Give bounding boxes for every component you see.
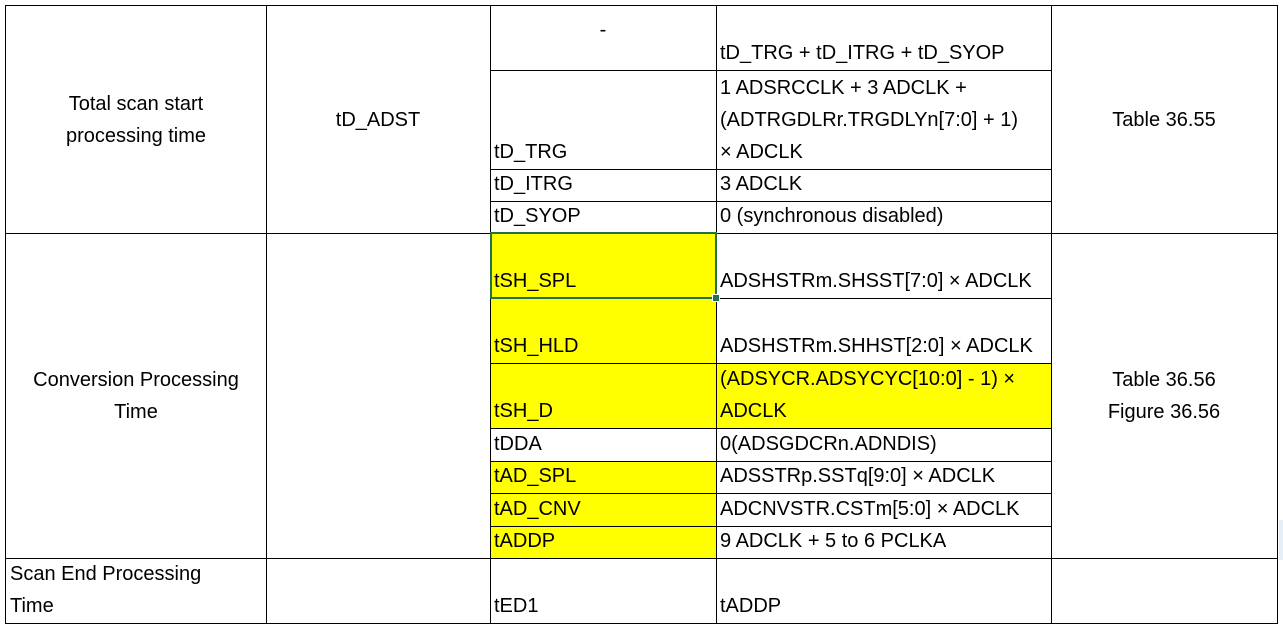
- sub-value-tsh-d-line2: ADCLK: [720, 400, 787, 422]
- sub-name-tsh-hld[interactable]: tSH_HLD: [490, 298, 716, 363]
- scan-end-label[interactable]: Scan End Processing Time: [6, 558, 266, 623]
- sub-value-tsh-hld-text: ADSHSTRm.SHHST[2:0] × ADCLK: [720, 335, 1033, 357]
- sub-sep-169: [490, 169, 1051, 170]
- border-left: [5, 5, 6, 624]
- border-right: [1277, 5, 1278, 624]
- scan-end-value-text: tADDP: [720, 595, 782, 617]
- right-edge-marker: [1279, 520, 1283, 560]
- total-scan-formula-text: tD_TRG + tD_ITRG + tD_SYOP: [720, 42, 1005, 64]
- sub-sep-428: [490, 428, 1051, 429]
- scan-end-label-line2: Time: [10, 595, 54, 617]
- scan-end-name[interactable]: tED1: [490, 558, 716, 623]
- conversion-symbol-empty[interactable]: [266, 233, 490, 558]
- row-sep-2: [5, 558, 1278, 559]
- sub-name-td-syop[interactable]: tD_SYOP: [490, 201, 716, 233]
- dash-text: -: [599, 19, 607, 41]
- total-scan-label-line2: processing time: [65, 124, 207, 147]
- sub-name-tad-cnv-text: tAD_CNV: [494, 498, 581, 520]
- scan-end-label-line1: Scan End Processing: [10, 563, 202, 585]
- sub-name-td-trg[interactable]: tD_TRG: [490, 70, 716, 169]
- total-scan-label[interactable]: Total scan start processing time: [6, 6, 266, 233]
- sub-name-tsh-spl[interactable]: tSH_SPL: [490, 233, 716, 298]
- sub-name-tdda[interactable]: tDDA: [490, 428, 716, 461]
- sub-value-tsh-d[interactable]: (ADSYCR.ADSYCYC[10:0] - 1) × ADCLK: [716, 363, 1051, 428]
- sub-name-taddp-text: tADDP: [494, 530, 556, 552]
- sub-name-tdda-text: tDDA: [494, 433, 542, 455]
- sub-value-tdda[interactable]: 0(ADSGDCRn.ADNDIS): [716, 428, 1051, 461]
- total-scan-label-line1: Total scan start: [68, 92, 204, 115]
- sub-name-td-trg-text: tD_TRG: [494, 141, 568, 163]
- conversion-label[interactable]: Conversion Processing Time: [6, 233, 266, 558]
- sub-value-tsh-spl-text: ADSHSTRm.SHSST[7:0] × ADCLK: [720, 270, 1032, 292]
- sub-value-tad-spl-text: ADSSTRp.SSTq[9:0] × ADCLK: [720, 465, 996, 487]
- total-scan-reference[interactable]: Table 36.55: [1051, 6, 1277, 233]
- sub-name-taddp[interactable]: tADDP: [490, 526, 716, 558]
- sub-sep-526: [490, 526, 1051, 527]
- sub-value-td-itrg-text: 3 ADCLK: [720, 173, 803, 195]
- sub-name-td-itrg-text: tD_ITRG: [494, 173, 573, 195]
- sub-value-td-syop-text: 0 (synchronous disabled): [720, 205, 944, 227]
- row-sep-1: [5, 233, 1278, 234]
- fill-handle[interactable]: [712, 294, 720, 302]
- sub-value-tad-cnv[interactable]: ADCNVSTR.CSTm[5:0] × ADCLK: [716, 493, 1051, 526]
- border-top: [5, 5, 1278, 6]
- conversion-label-line2: Time: [114, 400, 158, 423]
- sub-value-tad-spl[interactable]: ADSSTRp.SSTq[9:0] × ADCLK: [716, 461, 1051, 493]
- conversion-label-line1: Conversion Processing: [33, 368, 239, 391]
- sub-sep-363: [490, 363, 1051, 364]
- col-sep-2: [490, 5, 491, 624]
- sub-value-tsh-hld[interactable]: ADSHSTRm.SHHST[2:0] × ADCLK: [716, 298, 1051, 363]
- conversion-reference-line2: Figure 36.56: [1107, 400, 1221, 423]
- total-scan-formula[interactable]: tD_TRG + tD_ITRG + tD_SYOP: [716, 6, 1051, 70]
- total-scan-symbol[interactable]: tD_ADST: [266, 6, 490, 233]
- total-scan-reference-text: Table 36.55: [1112, 108, 1216, 131]
- sub-value-td-trg[interactable]: 1 ADSRCCLK + 3 ADCLK + (ADTRGDLRr.TRGDLY…: [716, 70, 1051, 169]
- conversion-reference-line1: Table 36.56: [1112, 368, 1216, 391]
- sub-value-td-trg-line1: 1 ADSRCCLK + 3 ADCLK +: [720, 77, 967, 99]
- timing-table: Total scan start processing time tD_ADST…: [0, 0, 1283, 626]
- sub-value-tdda-text: 0(ADSGDCRn.ADNDIS): [720, 433, 937, 455]
- sub-name-tad-spl[interactable]: tAD_SPL: [490, 461, 716, 493]
- sub-value-td-trg-line2: (ADTRGDLRr.TRGDLYn[7:0] + 1): [720, 109, 1019, 131]
- sub-sep-493: [490, 493, 1051, 494]
- sub-name-td-syop-text: tD_SYOP: [494, 205, 581, 227]
- total-scan-dash[interactable]: -: [490, 6, 716, 70]
- sub-name-tad-spl-text: tAD_SPL: [494, 465, 577, 487]
- sub-sep-70: [490, 70, 1051, 71]
- sub-name-tsh-d-text: tSH_D: [494, 400, 553, 422]
- sub-name-tsh-hld-text: tSH_HLD: [494, 335, 579, 357]
- sub-value-td-syop[interactable]: 0 (synchronous disabled): [716, 201, 1051, 233]
- sub-name-tsh-d[interactable]: tSH_D: [490, 363, 716, 428]
- sub-value-tad-cnv-text: ADCNVSTR.CSTm[5:0] × ADCLK: [720, 498, 1020, 520]
- sub-name-tsh-spl-text: tSH_SPL: [494, 270, 577, 292]
- total-scan-symbol-text: tD_ADST: [335, 108, 421, 131]
- sub-sep-461: [490, 461, 1051, 462]
- scan-end-name-text: tED1: [494, 595, 539, 617]
- border-bottom: [5, 623, 1278, 624]
- sub-sep-298: [490, 298, 1051, 299]
- sub-value-tsh-d-line1: (ADSYCR.ADSYCYC[10:0] - 1) ×: [720, 368, 1016, 390]
- conversion-reference[interactable]: Table 36.56 Figure 36.56: [1051, 233, 1277, 558]
- col-sep-4: [1051, 5, 1052, 624]
- col-sep-1: [266, 5, 267, 624]
- sub-name-tad-cnv[interactable]: tAD_CNV: [490, 493, 716, 526]
- sub-value-taddp-text: 9 ADCLK + 5 to 6 PCLKA: [720, 530, 947, 552]
- sub-name-td-itrg[interactable]: tD_ITRG: [490, 169, 716, 201]
- sub-value-td-trg-line3: × ADCLK: [720, 141, 803, 163]
- sub-value-tsh-spl[interactable]: ADSHSTRm.SHSST[7:0] × ADCLK: [716, 233, 1051, 298]
- sub-value-taddp[interactable]: 9 ADCLK + 5 to 6 PCLKA: [716, 526, 1051, 558]
- scan-end-value[interactable]: tADDP: [716, 558, 1051, 623]
- scan-end-reference-empty[interactable]: [1051, 558, 1277, 623]
- sub-value-td-itrg[interactable]: 3 ADCLK: [716, 169, 1051, 201]
- scan-end-symbol-empty[interactable]: [266, 558, 490, 623]
- col-sep-3: [716, 5, 717, 624]
- sub-sep-201: [490, 201, 1051, 202]
